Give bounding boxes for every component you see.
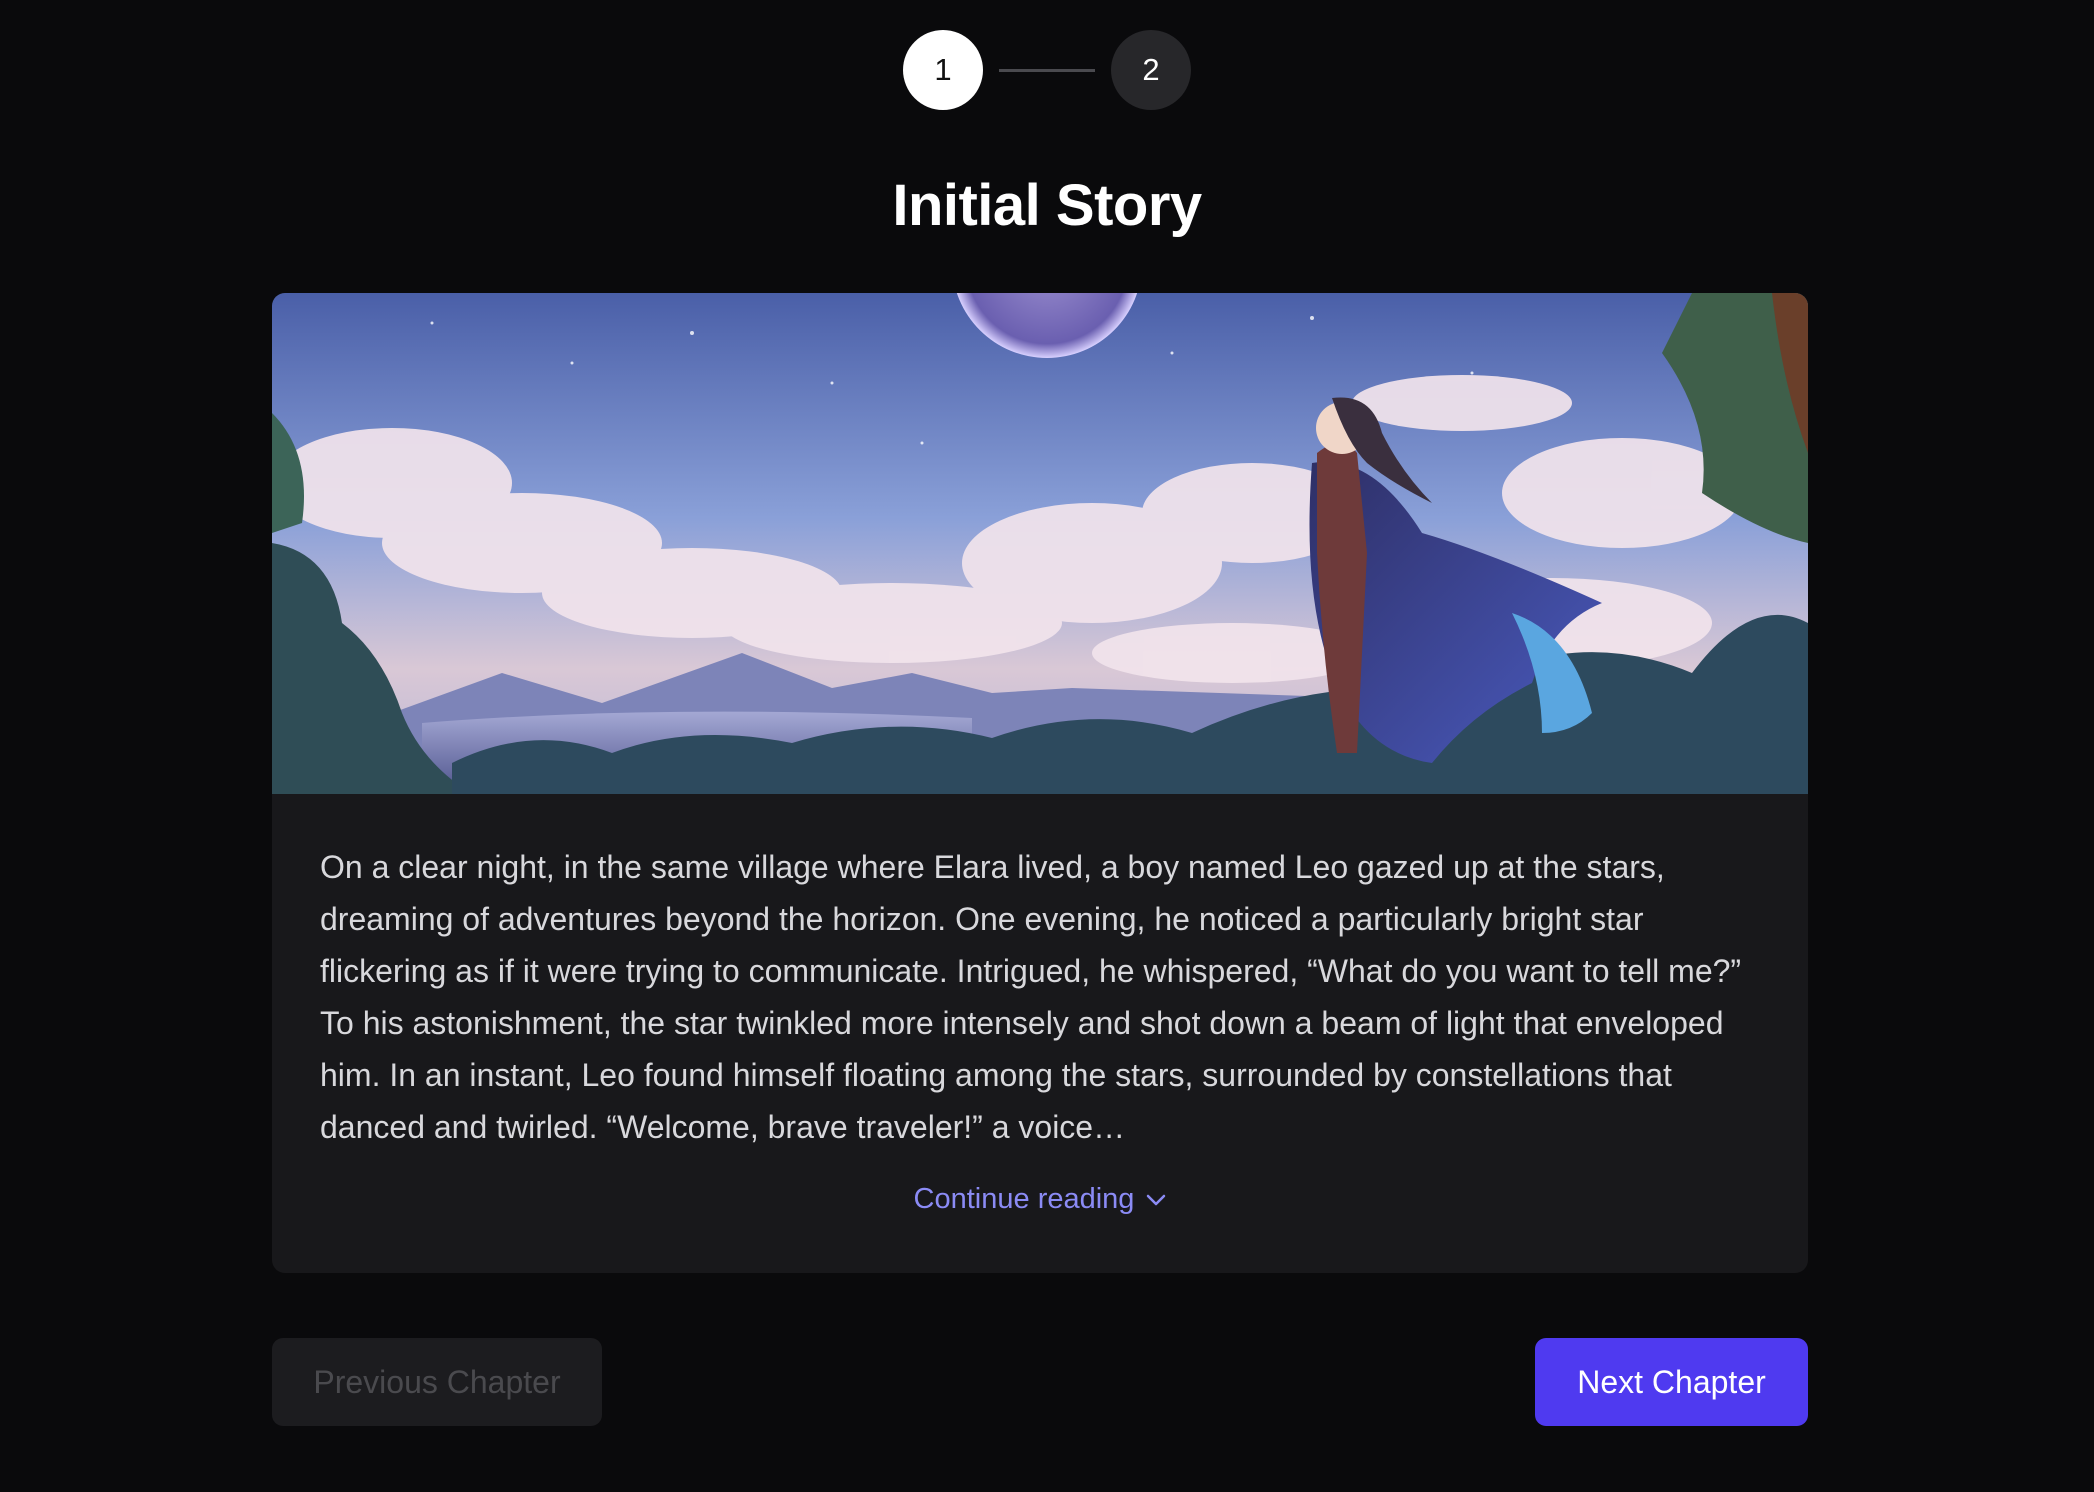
- next-chapter-button[interactable]: Next Chapter: [1535, 1338, 1808, 1426]
- chapter-illustration: [272, 293, 1808, 794]
- chapter-card: On a clear night, in the same village wh…: [272, 293, 1808, 1273]
- step-2[interactable]: 2: [1111, 30, 1191, 110]
- continue-reading-link[interactable]: Continue reading: [272, 1183, 1808, 1216]
- step-connector: [999, 68, 1095, 72]
- story-excerpt: On a clear night, in the same village wh…: [320, 849, 1742, 1145]
- chevron-down-icon: [1147, 1194, 1166, 1205]
- continue-reading-label: Continue reading: [913, 1183, 1135, 1215]
- step-1[interactable]: 1: [903, 30, 983, 110]
- chapter-title: Initial Story: [892, 173, 1202, 238]
- previous-chapter-button[interactable]: Previous Chapter: [272, 1338, 602, 1426]
- chapter-stepper: 1 2: [0, 29, 2094, 111]
- story-page: 1 2 Initial Story On a clear night, in t…: [0, 0, 2094, 1492]
